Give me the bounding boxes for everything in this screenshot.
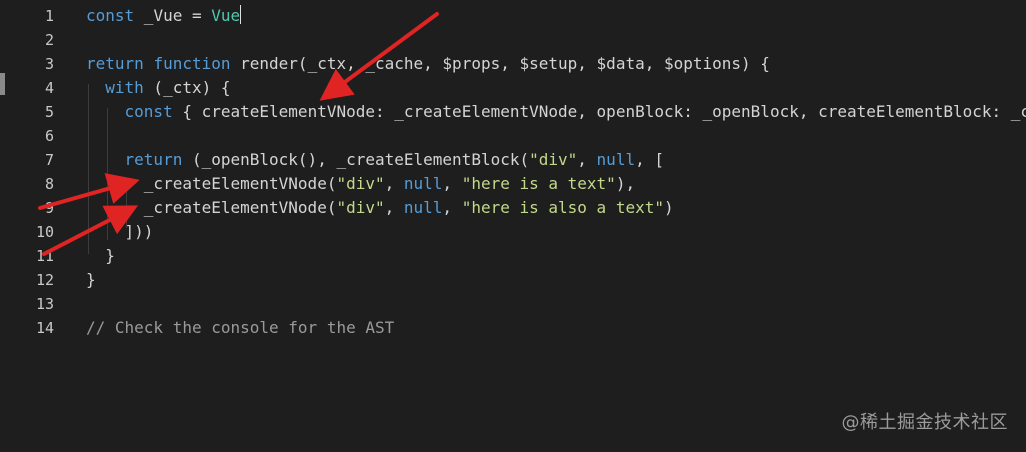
code-text: return function render(_ctx, _cache, $pr… — [86, 52, 770, 76]
line-number: 14 — [35, 319, 54, 337]
line-number: 2 — [44, 31, 54, 49]
code-line[interactable]: 11 } — [0, 244, 1026, 268]
code-text: _createElementVNode("div", null, "here i… — [86, 172, 635, 196]
code-line[interactable]: 12} — [0, 268, 1026, 292]
line-number: 12 — [35, 271, 54, 289]
code-line[interactable]: 10 ])) — [0, 220, 1026, 244]
code-line[interactable]: 5 const { createElementVNode: _createEle… — [0, 100, 1026, 124]
line-number: 6 — [44, 127, 54, 145]
line-number: 1 — [44, 7, 54, 25]
line-number: 4 — [44, 79, 54, 97]
code-token: const — [86, 6, 135, 25]
code-token: null — [403, 198, 443, 217]
line-number: 7 — [44, 151, 54, 169]
code-line[interactable]: 1 const _Vue = Vue — [0, 4, 1026, 28]
code-token: "here is a text" — [461, 174, 616, 193]
code-token: , — [442, 174, 462, 193]
text-cursor — [240, 5, 242, 24]
code-line[interactable]: 6 — [0, 124, 1026, 148]
code-token: _createElementVNode( — [86, 174, 337, 193]
code-text: } — [86, 268, 96, 292]
code-token: "div" — [529, 150, 578, 169]
code-line[interactable]: 4 with (_ctx) { — [0, 76, 1026, 100]
code-token: return — [124, 150, 183, 169]
code-token: null — [596, 150, 636, 169]
line-number: 8 — [44, 175, 54, 193]
line-number: 3 — [44, 55, 54, 73]
code-token: } — [86, 246, 115, 265]
line-number: 5 — [44, 103, 54, 121]
code-token: ) — [663, 198, 674, 217]
watermark: @稀土掘金技术社区 — [841, 412, 1008, 433]
code-line[interactable]: 8 _createElementVNode("div", null, "here… — [0, 172, 1026, 196]
code-token: , [ — [635, 150, 664, 169]
code-token: , — [577, 150, 597, 169]
code-token: "div" — [336, 174, 385, 193]
code-text: with (_ctx) { — [86, 76, 231, 100]
code-token: ), — [615, 174, 636, 193]
code-text: // Check the console for the AST — [86, 316, 394, 340]
code-line[interactable]: 13 — [0, 292, 1026, 316]
code-token: , — [384, 198, 404, 217]
line-number: 10 — [35, 223, 54, 241]
code-line[interactable]: 9 _createElementVNode("div", null, "here… — [0, 196, 1026, 220]
code-token: _createElementVNode( — [86, 198, 337, 217]
code-text: ])) — [86, 220, 154, 244]
code-token: return — [86, 54, 144, 73]
code-editor[interactable]: 1 const _Vue = Vue 2 3 return function rende… — [0, 0, 1026, 452]
code-text: const _Vue = Vue — [86, 4, 242, 28]
code-token: with — [105, 78, 144, 97]
code-token: , — [442, 198, 462, 217]
code-token: (_openBlock(), _createElementBlock( — [182, 150, 530, 169]
code-token: // Check the console for the AST — [86, 318, 395, 337]
code-token: render(_ctx, _cache, $props, $setup, $da… — [230, 54, 770, 73]
code-text: return (_openBlock(), _createElementBloc… — [86, 148, 664, 172]
line-number: 13 — [35, 295, 54, 313]
line-number: 9 — [44, 199, 54, 217]
code-line[interactable]: 14 // Check the console for the AST — [0, 316, 1026, 340]
code-token: _Vue = — [134, 6, 212, 25]
line-number: 11 — [35, 247, 54, 265]
code-token: const — [124, 102, 173, 121]
code-token: } — [86, 270, 96, 289]
code-line[interactable]: 3 return function render(_ctx, _cache, $p… — [0, 52, 1026, 76]
code-text: } — [86, 244, 115, 268]
code-token: "here is also a text" — [461, 198, 664, 217]
code-line[interactable]: 2 — [0, 28, 1026, 52]
code-token: Vue — [211, 6, 241, 25]
code-token: ])) — [86, 222, 154, 241]
code-line[interactable]: 7 return (_openBlock(), _createElementBl… — [0, 148, 1026, 172]
code-text: const { createElementVNode: _createEleme… — [86, 100, 1026, 124]
code-token: function — [153, 54, 231, 73]
code-token: { createElementVNode: _createElementVNod… — [172, 102, 1026, 121]
code-text: _createElementVNode("div", null, "here i… — [86, 196, 674, 220]
code-token: "div" — [336, 198, 385, 217]
code-token: , — [384, 174, 404, 193]
code-token: (_ctx) { — [143, 78, 231, 97]
code-token: null — [403, 174, 443, 193]
